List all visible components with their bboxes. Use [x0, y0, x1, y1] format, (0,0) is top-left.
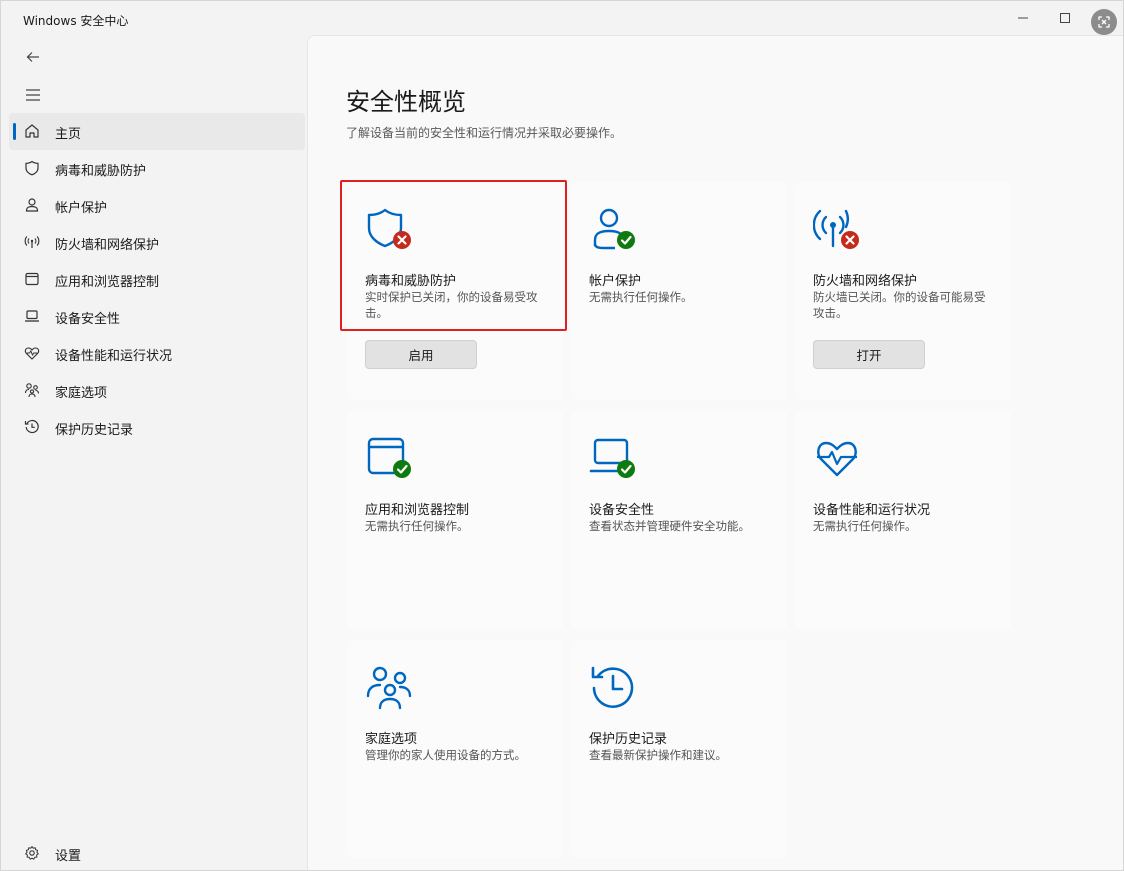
maximize-button[interactable] — [1051, 7, 1079, 29]
sidebar-item-home[interactable]: 主页 — [9, 113, 305, 150]
minimize-button[interactable] — [1009, 7, 1037, 29]
history-icon — [591, 666, 634, 708]
card-description: 防火墙已关闭。你的设备可能易受攻击。 — [813, 290, 986, 320]
card-description: 无需执行任何操作。 — [813, 519, 917, 533]
card-title: 家庭选项 — [365, 732, 418, 747]
highlight-box — [340, 180, 567, 331]
sidebar-item-label: 设备性能和运行状况 — [55, 349, 173, 364]
sidebar-item-label: 家庭选项 — [55, 386, 108, 401]
app-window-icon — [23, 270, 41, 288]
page-title: 安全性概览 — [346, 88, 466, 116]
maximize-icon — [1060, 13, 1070, 23]
sidebar-item-device-performance[interactable]: 设备性能和运行状况 — [9, 335, 305, 372]
gear-icon — [23, 844, 41, 862]
card-protection-history[interactable]: 保护历史记录 查看最新保护操作和建议。 — [571, 640, 787, 858]
hamburger-icon — [26, 89, 40, 101]
back-arrow-icon — [26, 52, 39, 62]
sidebar-item-device-security[interactable]: 设备安全性 — [9, 298, 305, 335]
app-window-icon — [367, 437, 411, 478]
page-subtitle: 了解设备当前的安全性和运行情况并采取必要操作。 — [346, 126, 623, 140]
card-description: 无需执行任何操作。 — [365, 519, 469, 533]
sidebar-item-app-browser-control[interactable]: 应用和浏览器控制 — [9, 261, 305, 298]
sidebar-nav: 主页 病毒和威胁防护 帐户保护 防火墙和网络保护 应用和浏览器控制 设备安全性 … — [9, 113, 305, 446]
sidebar-item-label: 主页 — [55, 127, 82, 142]
main-content: 安全性概览 了解设备当前的安全性和运行情况并采取必要操作。 病毒和威胁防护 实时… — [307, 35, 1123, 870]
close-icon — [1098, 16, 1110, 28]
home-icon — [23, 122, 41, 140]
card-app-browser-control[interactable]: 应用和浏览器控制 无需执行任何操作。 — [347, 411, 563, 629]
sidebar-item-label: 病毒和威胁防护 — [55, 164, 147, 179]
sidebar-item-account-protection[interactable]: 帐户保护 — [9, 187, 305, 224]
card-title: 应用和浏览器控制 — [365, 503, 470, 518]
card-device-security[interactable]: 设备安全性 查看状态并管理硬件安全功能。 — [571, 411, 787, 629]
shield-icon — [23, 159, 41, 177]
app-window: Windows 安全中心 主页 病毒和威胁防护 帐户保护 防火墙和网络保护 应用… — [0, 0, 1124, 871]
card-family-options[interactable]: 家庭选项 管理你的家人使用设备的方式。 — [347, 640, 563, 858]
card-title: 设备安全性 — [589, 503, 655, 518]
back-button[interactable] — [21, 45, 45, 69]
close-button[interactable] — [1091, 9, 1117, 35]
wifi-icon — [813, 209, 859, 249]
card-title: 保护历史记录 — [589, 732, 668, 747]
sidebar-item-label: 设备安全性 — [55, 312, 121, 327]
window-title: Windows 安全中心 — [23, 14, 129, 28]
card-description: 查看状态并管理硬件安全功能。 — [589, 519, 750, 533]
card-description: 查看最新保护操作和建议。 — [589, 748, 727, 762]
sidebar-item-virus-protection[interactable]: 病毒和威胁防护 — [9, 150, 305, 187]
menu-button[interactable] — [21, 83, 45, 107]
sidebar-item-protection-history[interactable]: 保护历史记录 — [9, 409, 305, 446]
family-icon — [366, 666, 412, 710]
sidebar-item-settings[interactable]: 设置 — [9, 835, 305, 870]
card-title: 帐户保护 — [589, 274, 642, 289]
enable-button[interactable]: 启用 — [365, 340, 477, 369]
card-account-protection[interactable]: 帐户保护 无需执行任何操作。 — [571, 182, 787, 400]
laptop-icon — [23, 307, 41, 325]
sidebar-item-label: 帐户保护 — [55, 201, 108, 216]
card-title: 防火墙和网络保护 — [813, 274, 918, 289]
sidebar-item-firewall[interactable]: 防火墙和网络保护 — [9, 224, 305, 261]
sidebar-item-label: 应用和浏览器控制 — [55, 275, 160, 290]
card-device-performance[interactable]: 设备性能和运行状况 无需执行任何操作。 — [795, 411, 1011, 629]
family-icon — [23, 381, 41, 399]
turn-on-button[interactable]: 打开 — [813, 340, 925, 369]
person-icon — [23, 196, 41, 214]
heart-pulse-icon — [817, 441, 857, 477]
card-description: 无需执行任何操作。 — [589, 290, 693, 304]
settings-label: 设置 — [55, 849, 82, 864]
card-description: 管理你的家人使用设备的方式。 — [365, 748, 526, 762]
title-bar: Windows 安全中心 — [1, 1, 1123, 35]
laptop-icon — [589, 438, 635, 478]
minimize-icon — [1018, 17, 1028, 19]
person-icon — [593, 208, 635, 250]
sidebar-item-label: 防火墙和网络保护 — [55, 238, 160, 253]
wifi-icon — [23, 233, 41, 251]
history-icon — [23, 418, 41, 436]
sidebar-item-label: 保护历史记录 — [55, 423, 134, 438]
card-title: 设备性能和运行状况 — [813, 503, 931, 518]
heart-icon — [23, 344, 41, 362]
card-firewall[interactable]: 防火墙和网络保护 防火墙已关闭。你的设备可能易受攻击。 打开 — [795, 182, 1011, 400]
sidebar-item-family-options[interactable]: 家庭选项 — [9, 372, 305, 409]
